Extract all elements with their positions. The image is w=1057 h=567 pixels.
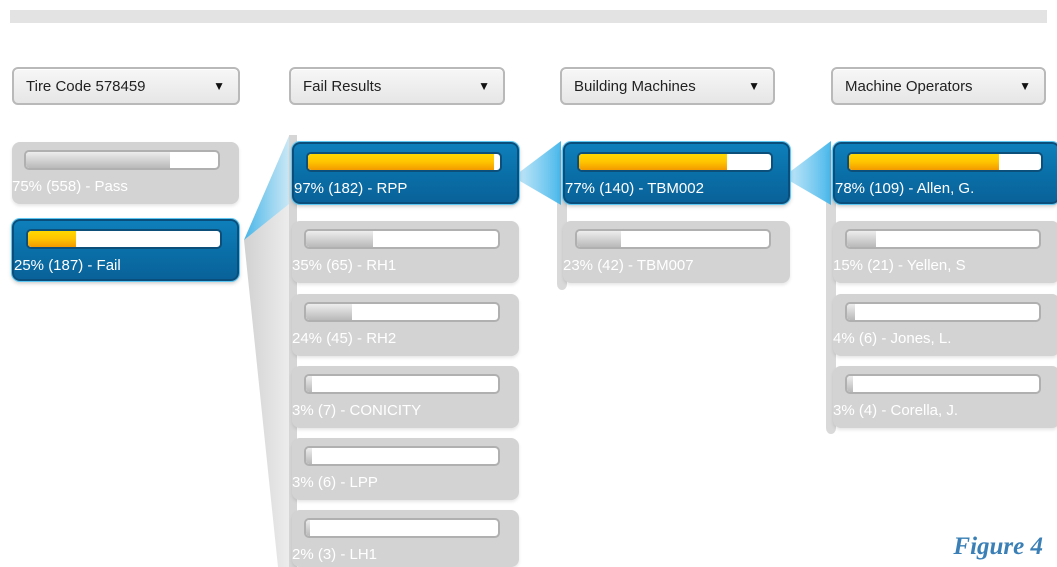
percent-bar-fill <box>577 231 622 247</box>
percent-bar <box>304 446 500 466</box>
card-caption: 97% (182) - RPP <box>294 180 408 197</box>
fail-results-dropdown-label: Fail Results <box>303 78 382 95</box>
operator-card-corella[interactable]: 3% (4) - Corella, J. <box>833 366 1057 428</box>
percent-bar <box>304 518 500 538</box>
card-caption: 78% (109) - Allen, G. <box>835 180 975 197</box>
top-divider-bar <box>10 10 1047 23</box>
figure-caption: Figure 4 <box>953 533 1043 560</box>
fail-card-rh2[interactable]: 24% (45) - RH2 <box>292 294 519 356</box>
fail-funnel-blue <box>244 136 289 240</box>
percent-bar-fill <box>849 154 999 170</box>
percent-bar-fill <box>306 448 312 464</box>
percent-bar-fill <box>306 376 312 392</box>
percent-bar-fill <box>847 376 853 392</box>
card-caption: 3% (6) - LPP <box>292 474 378 491</box>
percent-bar <box>304 374 500 394</box>
percent-bar-fill <box>28 231 76 247</box>
card-caption: 24% (45) - RH2 <box>292 330 397 347</box>
fail-card-lpp[interactable]: 3% (6) - LPP <box>292 438 519 500</box>
percent-bar <box>577 152 773 172</box>
operator-card-jones[interactable]: 4% (6) - Jones, L. <box>833 294 1057 356</box>
percent-bar <box>26 229 222 249</box>
chevron-down-icon: ▼ <box>748 79 760 93</box>
percent-bar-fill <box>308 154 495 170</box>
percent-bar <box>575 229 771 249</box>
percent-bar-fill <box>847 304 855 320</box>
card-caption: 15% (21) - Yellen, S <box>833 257 966 274</box>
percent-bar-fill <box>306 520 310 536</box>
fail-funnel-gray <box>244 136 289 567</box>
machine-operators-dropdown-label: Machine Operators <box>845 78 973 95</box>
result-card-pass[interactable]: 75% (558) - Pass <box>12 142 239 204</box>
card-caption: 3% (4) - Corella, J. <box>833 402 959 419</box>
percent-bar <box>845 374 1041 394</box>
chevron-down-icon: ▼ <box>213 79 225 93</box>
card-caption: 35% (65) - RH1 <box>292 257 397 274</box>
tire-code-dropdown-label: Tire Code 578459 <box>26 78 146 95</box>
percent-bar <box>24 150 220 170</box>
tire-code-dropdown[interactable]: Tire Code 578459 ▼ <box>12 67 240 105</box>
machine-card-tbm002[interactable]: 77% (140) - TBM002 <box>563 142 790 204</box>
machines-connector <box>513 141 561 205</box>
percent-bar-fill <box>847 231 876 247</box>
fail-card-rpp[interactable]: 97% (182) - RPP <box>292 142 519 204</box>
card-caption: 77% (140) - TBM002 <box>565 180 704 197</box>
result-card-fail[interactable]: 25% (187) - Fail <box>12 219 239 281</box>
percent-bar <box>306 152 502 172</box>
machine-card-tbm007[interactable]: 23% (42) - TBM007 <box>563 221 790 283</box>
percent-bar <box>847 152 1043 172</box>
card-caption: 4% (6) - Jones, L. <box>833 330 952 347</box>
operator-card-allen[interactable]: 78% (109) - Allen, G. <box>833 142 1057 204</box>
percent-bar <box>304 229 500 249</box>
percent-bar <box>845 302 1041 322</box>
fail-results-dropdown[interactable]: Fail Results ▼ <box>289 67 505 105</box>
card-caption: 23% (42) - TBM007 <box>563 257 694 274</box>
card-caption: 3% (7) - CONICITY <box>292 402 422 419</box>
building-machines-dropdown[interactable]: Building Machines ▼ <box>560 67 775 105</box>
chevron-down-icon: ▼ <box>478 79 490 93</box>
card-caption: 2% (3) - LH1 <box>292 546 378 563</box>
card-caption: 75% (558) - Pass <box>12 178 128 195</box>
percent-bar-fill <box>26 152 170 168</box>
machine-operators-dropdown[interactable]: Machine Operators ▼ <box>831 67 1046 105</box>
percent-bar-fill <box>306 304 353 320</box>
percent-bar <box>845 229 1041 249</box>
fail-card-rh1[interactable]: 35% (65) - RH1 <box>292 221 519 283</box>
building-machines-dropdown-label: Building Machines <box>574 78 696 95</box>
card-caption: 25% (187) - Fail <box>14 257 121 274</box>
fail-card-lh1[interactable]: 2% (3) - LH1 <box>292 510 519 567</box>
chevron-down-icon: ▼ <box>1019 79 1031 93</box>
percent-bar-fill <box>306 231 374 247</box>
percent-bar <box>304 302 500 322</box>
fail-card-conicity[interactable]: 3% (7) - CONICITY <box>292 366 519 428</box>
percent-bar-fill <box>579 154 727 170</box>
operator-card-yellen[interactable]: 15% (21) - Yellen, S <box>833 221 1057 283</box>
operators-connector <box>783 141 831 205</box>
